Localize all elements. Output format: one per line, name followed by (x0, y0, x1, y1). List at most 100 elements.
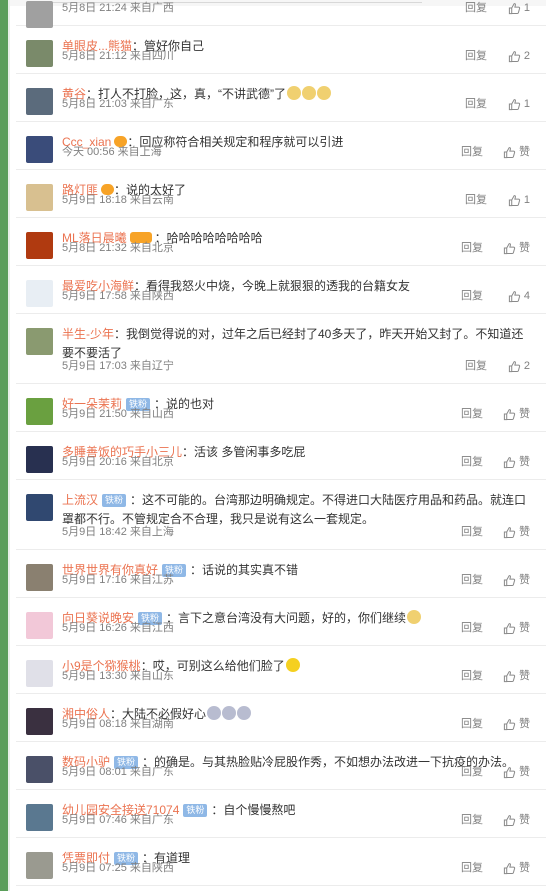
comment-item: 小9是个猕猴桃：哎，可别这么给他们脸了 5月9日 13:30 来自山东 回复赞 (16, 646, 546, 694)
comment-body: ：我倒觉得说的对，过年之后已经封了40多天了，昨天开始又封了。不知道还要不要活了 (62, 327, 524, 360)
like-button[interactable]: 赞 (503, 525, 530, 539)
like-icon (508, 50, 521, 62)
user-avatar[interactable] (26, 88, 53, 115)
username-link[interactable]: 半生-少年 (62, 327, 114, 341)
reply-button[interactable]: 回复 (461, 573, 483, 587)
comment-body: ：言下之意台湾没有大问题，好的，你们继续 (166, 611, 407, 625)
user-avatar[interactable] (26, 280, 53, 307)
reply-button[interactable]: 回复 (461, 669, 483, 683)
reply-button[interactable]: 回复 (461, 407, 483, 421)
like-button[interactable]: 2 (508, 359, 530, 373)
like-icon (503, 814, 516, 826)
user-avatar[interactable] (26, 804, 53, 831)
like-button[interactable]: 赞 (503, 669, 530, 683)
emoji-doge-icon (302, 86, 317, 100)
user-avatar[interactable] (26, 328, 53, 355)
reply-button[interactable]: 回复 (461, 861, 483, 875)
reply-button[interactable]: 回复 (461, 621, 483, 635)
user-avatar[interactable] (26, 1, 53, 28)
comment-body: ：这不可能的。台湾那边明确规定。不得进口大陆医疗用品和药品。就连口罩都不行。不管… (62, 493, 527, 526)
like-button[interactable]: 赞 (503, 241, 530, 255)
comment-timestamp: 5月8日 21:24 来自广西 (62, 2, 174, 14)
like-count: 2 (523, 50, 530, 62)
like-button[interactable]: 赞 (503, 813, 530, 827)
like-count: 4 (523, 290, 530, 302)
like-button[interactable]: 赞 (503, 455, 530, 469)
user-avatar[interactable] (26, 612, 53, 639)
like-icon (508, 360, 521, 372)
like-button[interactable]: 赞 (503, 621, 530, 635)
like-count: 赞 (519, 526, 530, 538)
user-avatar[interactable] (26, 708, 53, 735)
like-button[interactable]: 4 (508, 289, 530, 303)
user-avatar[interactable] (26, 564, 53, 591)
username-link[interactable]: 上流汉 (62, 493, 98, 507)
comment-item: 上流汉 铁粉 ：这不可能的。台湾那边明确规定。不得进口大陆医疗用品和药品。就连口罩都… (16, 480, 546, 550)
like-count: 赞 (519, 766, 530, 778)
user-avatar[interactable] (26, 136, 53, 163)
user-avatar[interactable] (26, 446, 53, 473)
comment-timestamp: 5月9日 18:18 来自云南 (62, 194, 174, 206)
left-panel-border (8, 0, 10, 891)
comment-timestamp: 5月8日 21:32 来自北京 (62, 242, 174, 254)
like-button[interactable]: 2 (508, 49, 530, 63)
emoji-mask-icon (207, 706, 222, 720)
user-avatar[interactable] (26, 40, 53, 67)
like-count: 赞 (519, 718, 530, 730)
like-icon (503, 242, 516, 254)
reply-button[interactable]: 回复 (465, 1, 487, 15)
user-avatar[interactable] (26, 660, 53, 687)
reply-button[interactable]: 回复 (461, 813, 483, 827)
like-button[interactable]: 赞 (503, 407, 530, 421)
comment-timestamp: 5月9日 17:03 来自辽宁 (62, 360, 174, 372)
like-icon (508, 2, 521, 14)
reply-button[interactable]: 回复 (461, 241, 483, 255)
reply-button[interactable]: 回复 (461, 717, 483, 731)
reply-button[interactable]: 回复 (461, 455, 483, 469)
fan-badge: 铁粉 (183, 804, 208, 817)
comment-timestamp: 今天 00:56 来自上海 (62, 146, 162, 158)
comment-item: 向日葵说晚安 铁粉 ：言下之意台湾没有大问题，好的，你们继续 5月9日 16:26 来… (16, 598, 546, 646)
like-count: 赞 (519, 814, 530, 826)
like-button[interactable]: 赞 (503, 573, 530, 587)
comment-timestamp: 5月9日 21:50 来自山西 (62, 408, 174, 420)
like-count: 赞 (519, 622, 530, 634)
comment-item: 单眼皮...熊猫：管好你自己 5月8日 21:12 来自四川 回复 2 (16, 26, 546, 74)
emoji-doge-icon (317, 86, 332, 100)
reply-button[interactable]: 回复 (461, 525, 483, 539)
user-avatar[interactable] (26, 398, 53, 425)
like-button[interactable]: 赞 (503, 717, 530, 731)
like-button[interactable]: 1 (508, 97, 530, 111)
like-count: 2 (523, 360, 530, 372)
like-button[interactable]: 1 (508, 1, 530, 15)
comment-body: ：话说的其实真不错 (190, 563, 299, 577)
user-avatar[interactable] (26, 852, 53, 879)
reply-button[interactable]: 回复 (461, 765, 483, 779)
user-avatar[interactable] (26, 184, 53, 211)
reply-button[interactable]: 回复 (465, 97, 487, 111)
like-icon (503, 456, 516, 468)
comment-timestamp: 5月9日 13:30 来自山东 (62, 670, 174, 682)
user-avatar[interactable] (26, 756, 53, 783)
like-button[interactable]: 赞 (503, 145, 530, 159)
reply-button[interactable]: 回复 (461, 145, 483, 159)
like-icon (503, 146, 516, 158)
comment-item: 最爱吃小海鲜：看得我怒火中烧，今晚上就狠狠的透我的台籍女友 5月9日 17:58 … (16, 266, 546, 314)
comment-item: 5月8日 21:24 来自广西 回复 1 (16, 0, 546, 28)
reply-button[interactable]: 回复 (461, 289, 483, 303)
user-avatar[interactable] (26, 232, 53, 259)
reply-button[interactable]: 回复 (465, 193, 487, 207)
user-avatar[interactable] (26, 494, 53, 521)
reply-button[interactable]: 回复 (465, 359, 487, 373)
like-button[interactable]: 赞 (503, 861, 530, 875)
reply-button[interactable]: 回复 (465, 49, 487, 63)
left-panel-edge (0, 0, 8, 891)
like-count: 1 (523, 98, 530, 110)
like-button[interactable]: 1 (508, 193, 530, 207)
emoji-doge-icon (287, 86, 302, 100)
comment-item: 世界世界有你真好 铁粉 ：话说的其实真不错 5月9日 17:16 来自江苏 回复赞 (16, 550, 546, 598)
comment-body: ：看得我怒火中烧，今晚上就狠狠的透我的台籍女友 (134, 279, 411, 293)
like-button[interactable]: 赞 (503, 765, 530, 779)
like-count: 赞 (519, 242, 530, 254)
comment-text: 上流汉 铁粉 ：这不可能的。台湾那边明确规定。不得进口大陆医疗用品和药品。就连口罩都… (62, 491, 532, 529)
